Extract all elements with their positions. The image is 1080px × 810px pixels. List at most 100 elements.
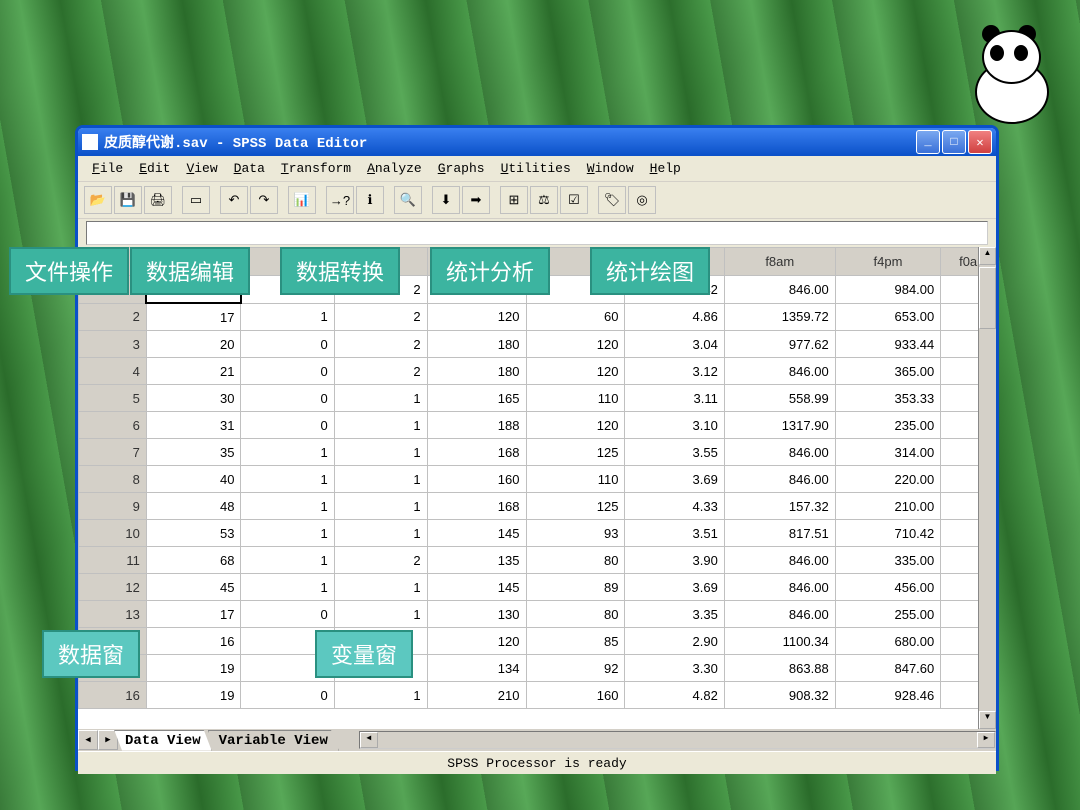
data-cell[interactable]: 1 (241, 439, 334, 466)
data-cell[interactable]: 85 (526, 628, 625, 655)
open-icon[interactable]: 📂 (84, 186, 112, 214)
data-cell[interactable]: 1 (241, 493, 334, 520)
data-cell[interactable]: 1 (334, 493, 427, 520)
data-cell[interactable]: 92 (526, 655, 625, 682)
select-cases-icon[interactable]: ☑ (560, 186, 588, 214)
data-cell[interactable]: 977.62 (724, 331, 835, 358)
data-cell[interactable]: 4.82 (625, 682, 724, 709)
data-cell[interactable]: 3.04 (625, 331, 724, 358)
maximize-button[interactable]: □ (942, 130, 966, 154)
data-cell[interactable]: 120 (526, 412, 625, 439)
data-cell[interactable]: 120 (427, 628, 526, 655)
data-cell[interactable]: 45 (146, 574, 241, 601)
data-cell[interactable]: 2 (334, 547, 427, 574)
data-cell[interactable]: 1 (241, 547, 334, 574)
data-cell[interactable]: 353.33 (835, 385, 941, 412)
find-icon[interactable]: 🔍 (394, 186, 422, 214)
data-cell[interactable]: 3.11 (625, 385, 724, 412)
scroll-down-icon[interactable]: ▼ (979, 711, 996, 729)
data-cell[interactable]: 235.00 (835, 412, 941, 439)
menu-transform[interactable]: Transform (275, 159, 357, 178)
data-cell[interactable]: 1 (241, 303, 334, 331)
data-cell[interactable]: 168 (427, 493, 526, 520)
data-cell[interactable]: 0 (241, 682, 334, 709)
row-header[interactable]: 11 (79, 547, 147, 574)
data-cell[interactable]: 846.00 (724, 601, 835, 628)
menu-graphs[interactable]: Graphs (432, 159, 491, 178)
menu-analyze[interactable]: Analyze (361, 159, 428, 178)
data-cell[interactable]: 1 (334, 601, 427, 628)
data-cell[interactable]: 110 (526, 385, 625, 412)
data-cell[interactable]: 1 (334, 520, 427, 547)
data-cell[interactable]: 653.00 (835, 303, 941, 331)
data-cell[interactable]: 3.35 (625, 601, 724, 628)
save-icon[interactable]: 💾 (114, 186, 142, 214)
data-cell[interactable]: 20 (146, 331, 241, 358)
data-cell[interactable]: 3.12 (625, 358, 724, 385)
data-cell[interactable]: 558.99 (724, 385, 835, 412)
column-header[interactable]: f4pm (835, 248, 941, 276)
data-cell[interactable]: 31 (146, 412, 241, 439)
data-cell[interactable]: 2.90 (625, 628, 724, 655)
data-cell[interactable]: 120 (526, 331, 625, 358)
data-cell[interactable]: 180 (427, 331, 526, 358)
row-header[interactable]: 6 (79, 412, 147, 439)
data-cell[interactable]: 16 (146, 628, 241, 655)
row-header[interactable]: 4 (79, 358, 147, 385)
data-cell[interactable]: 456.00 (835, 574, 941, 601)
row-header[interactable]: 16 (79, 682, 147, 709)
row-header[interactable]: 9 (79, 493, 147, 520)
data-cell[interactable]: 21 (146, 358, 241, 385)
scroll-right-icon[interactable]: ▶ (977, 732, 995, 748)
dialog-recall-icon[interactable]: ▭ (182, 186, 210, 214)
data-cell[interactable]: 145 (427, 574, 526, 601)
row-header[interactable]: 5 (79, 385, 147, 412)
data-cell[interactable]: 1 (241, 520, 334, 547)
weight-icon[interactable]: ⚖ (530, 186, 558, 214)
data-cell[interactable]: 846.00 (724, 574, 835, 601)
data-cell[interactable]: 40 (146, 466, 241, 493)
row-header[interactable]: 3 (79, 331, 147, 358)
value-labels-icon[interactable]: 🏷 (598, 186, 626, 214)
data-cell[interactable]: 3.90 (625, 547, 724, 574)
data-cell[interactable]: 908.32 (724, 682, 835, 709)
data-cell[interactable]: 863.88 (724, 655, 835, 682)
menu-view[interactable]: View (180, 159, 223, 178)
tab-prev-icon[interactable]: ◀ (78, 730, 98, 750)
data-cell[interactable]: 3.69 (625, 466, 724, 493)
data-cell[interactable]: 1359.72 (724, 303, 835, 331)
titlebar[interactable]: 皮质醇代谢.sav - SPSS Data Editor _ □ ✕ (78, 128, 996, 156)
data-cell[interactable]: 125 (526, 439, 625, 466)
data-cell[interactable]: 110 (526, 466, 625, 493)
data-cell[interactable]: 335.00 (835, 547, 941, 574)
data-cell[interactable]: 135 (427, 547, 526, 574)
chart-icon[interactable]: 📊 (288, 186, 316, 214)
data-cell[interactable]: 365.00 (835, 358, 941, 385)
row-header[interactable]: 2 (79, 303, 147, 331)
data-cell[interactable]: 188 (427, 412, 526, 439)
close-button[interactable]: ✕ (968, 130, 992, 154)
menu-edit[interactable]: Edit (133, 159, 176, 178)
menu-data[interactable]: Data (228, 159, 271, 178)
data-cell[interactable]: 847.60 (835, 655, 941, 682)
scroll-thumb[interactable] (979, 267, 996, 329)
data-cell[interactable]: 3.30 (625, 655, 724, 682)
data-cell[interactable]: 680.00 (835, 628, 941, 655)
data-cell[interactable]: 1 (241, 574, 334, 601)
data-cell[interactable]: 160 (427, 466, 526, 493)
data-cell[interactable]: 19 (146, 682, 241, 709)
data-cell[interactable]: 68 (146, 547, 241, 574)
data-cell[interactable]: 846.00 (724, 358, 835, 385)
data-cell[interactable]: 2 (334, 331, 427, 358)
data-cell[interactable]: 1 (334, 439, 427, 466)
use-sets-icon[interactable]: ◎ (628, 186, 656, 214)
data-cell[interactable]: 1 (334, 466, 427, 493)
data-cell[interactable]: 1100.34 (724, 628, 835, 655)
data-cell[interactable]: 134 (427, 655, 526, 682)
data-cell[interactable]: 3.10 (625, 412, 724, 439)
scroll-up-icon[interactable]: ▲ (979, 247, 996, 265)
data-cell[interactable]: 846.00 (724, 466, 835, 493)
data-cell[interactable]: 0 (241, 385, 334, 412)
data-cell[interactable]: 2 (334, 303, 427, 331)
row-header[interactable]: 8 (79, 466, 147, 493)
